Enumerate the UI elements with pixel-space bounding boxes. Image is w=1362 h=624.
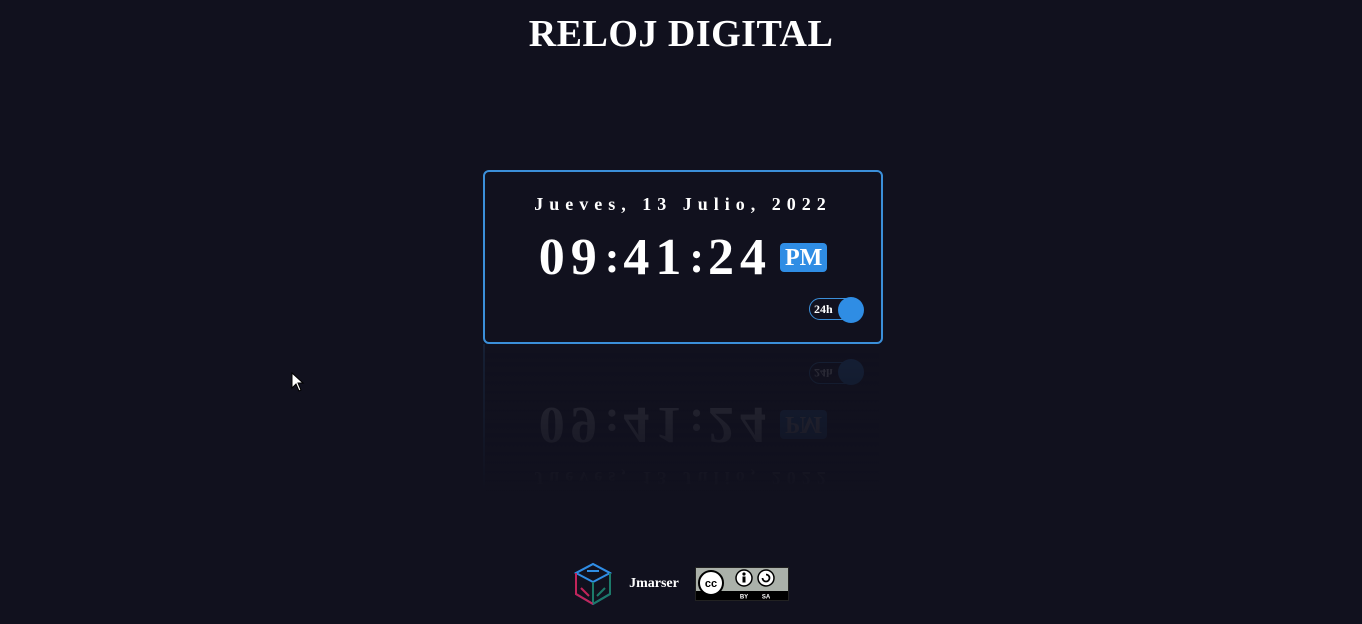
page-title: RELOJ DIGITAL [528,13,834,55]
mouse-cursor-icon [291,372,305,392]
period-badge: PM [780,243,828,272]
clock-seconds: 24 [708,229,772,286]
toggle-knob[interactable] [838,297,864,323]
reflection-fade [483,344,879,494]
toggle-label: 24h [814,302,833,316]
clock-card: Jueves, 13 Julio, 2022 09 : 41 : 24 PM 2… [483,170,883,344]
clock-date: Jueves, 13 Julio, 2022 [534,194,832,214]
svg-text:SA: SA [762,595,771,601]
cube-logo-icon[interactable] [573,562,613,606]
author-name: Jmarser [629,576,679,591]
footer: Jmarser cc BY SA [0,562,1362,606]
clock-separator: : [604,233,620,282]
clock-reflection: Jueves, 13 Julio, 2022 09 : 41 : 24 PM 2… [483,344,879,494]
clock-time: 09 : 41 : 24 PM [485,228,881,287]
format-24h-toggle[interactable]: 24h [809,297,864,323]
svg-text:cc: cc [705,578,717,590]
clock-minutes: 41 [623,229,688,286]
cc-by-sa-badge[interactable]: cc BY SA [694,567,789,601]
svg-text:BY: BY [740,595,748,601]
clock-separator: : [689,233,704,282]
page: RELOJ DIGITAL Jueves, 13 Julio, 2022 09 … [0,0,1362,624]
clock-hours: 09 [538,229,603,286]
